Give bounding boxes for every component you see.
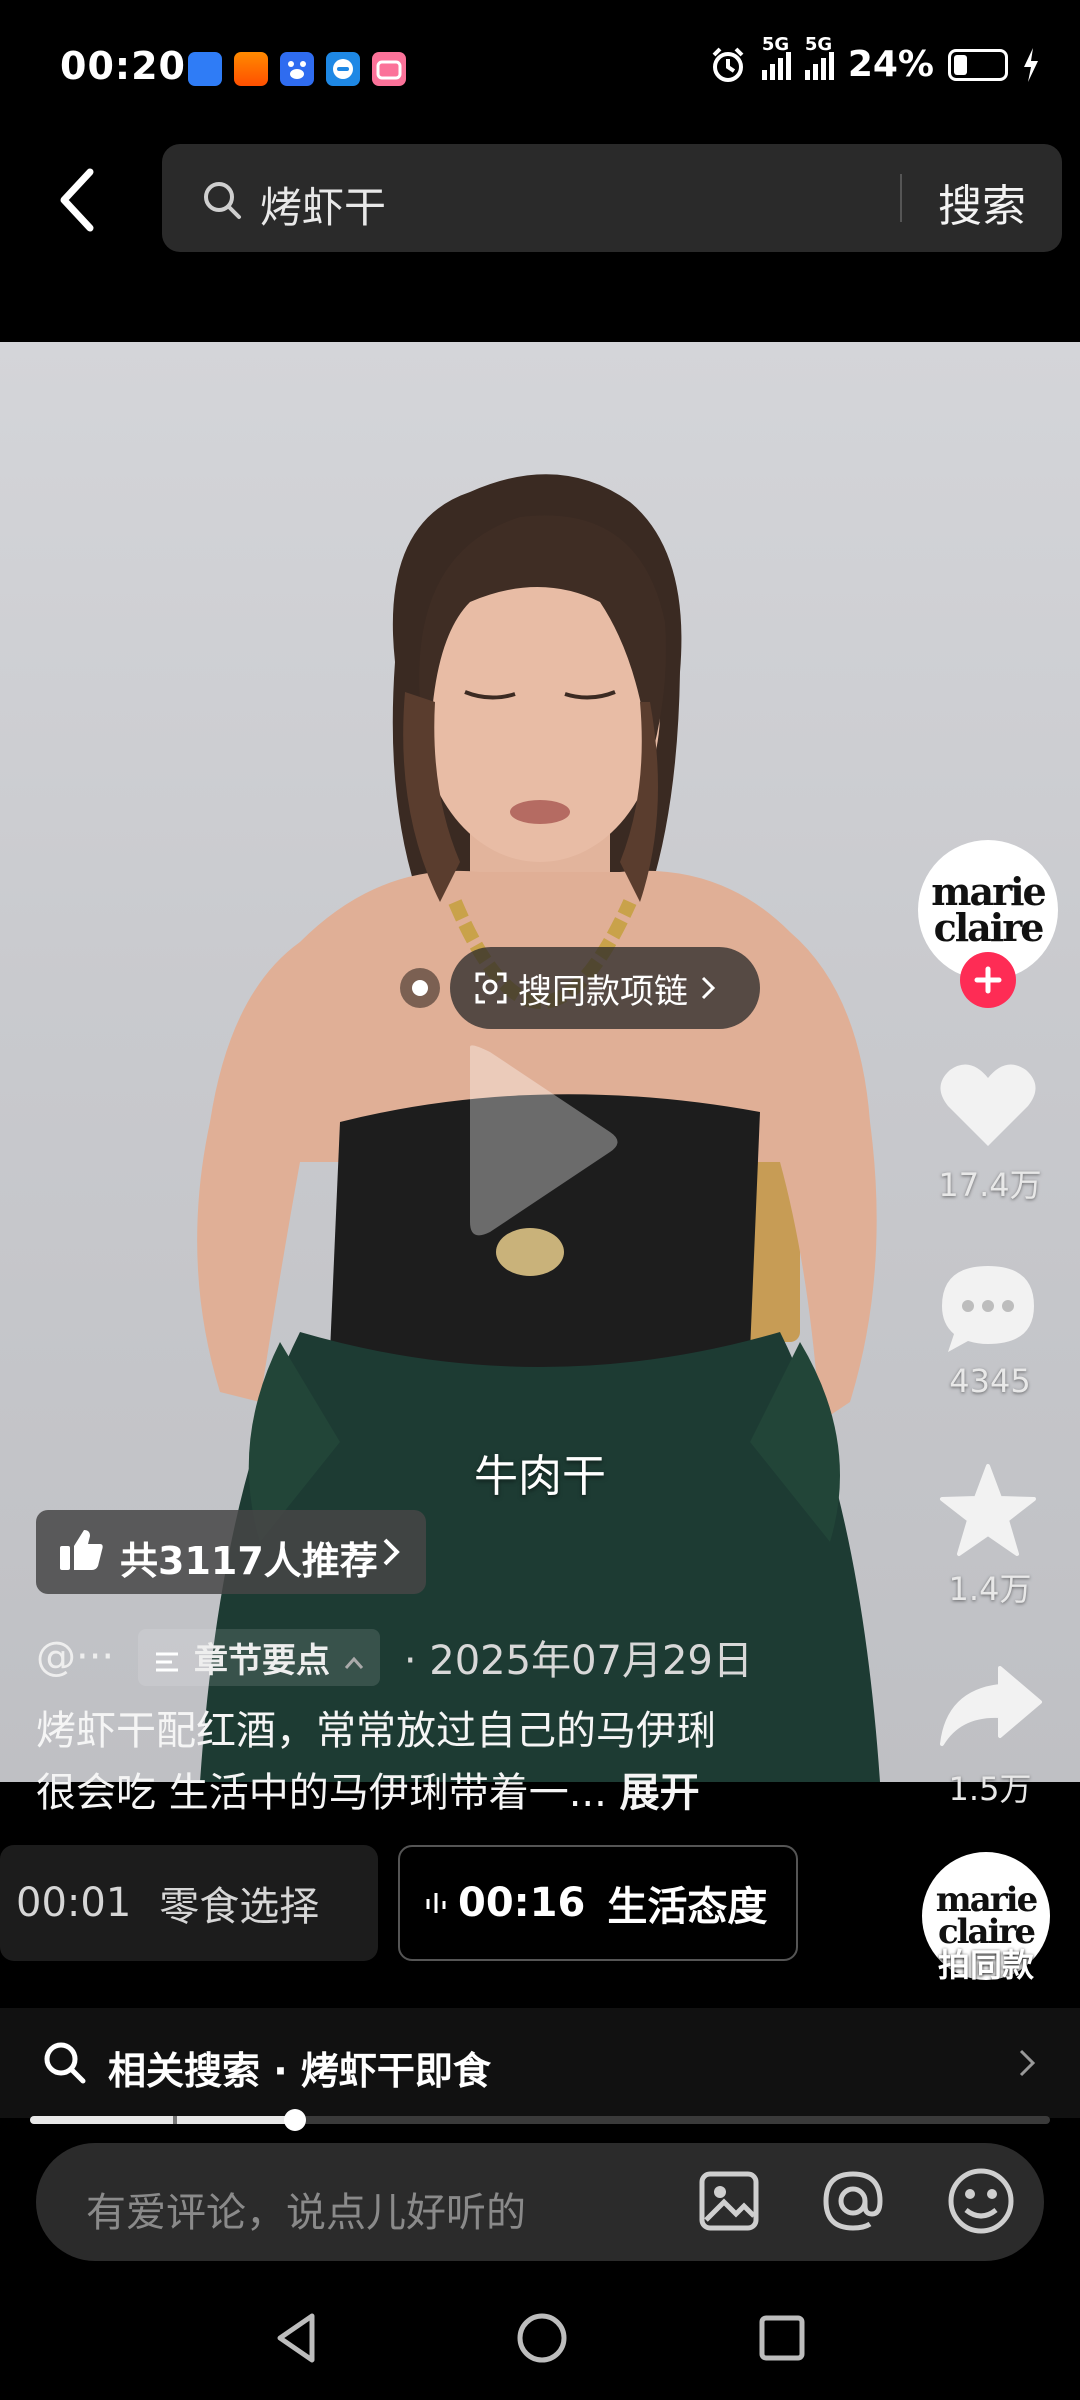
share-button[interactable] bbox=[938, 1664, 1044, 1748]
progress-knob[interactable] bbox=[284, 2109, 307, 2131]
status-time: 00:20 bbox=[60, 44, 186, 88]
baidu-icon bbox=[280, 52, 314, 86]
mention-icon[interactable] bbox=[820, 2168, 886, 2234]
follow-button[interactable] bbox=[960, 952, 1016, 1008]
message-app-icon bbox=[188, 52, 222, 86]
battery-percent: 24% bbox=[847, 44, 934, 85]
chevron-up-icon bbox=[344, 1656, 363, 1669]
recommend-count: 共3117人推荐 bbox=[120, 1539, 378, 1583]
related-search-label: 相关搜索 · 烤虾干即食 bbox=[108, 2049, 491, 2093]
status-bar: 00:20 5G 5G 24% bbox=[0, 0, 1080, 140]
comment-button[interactable] bbox=[938, 1262, 1038, 1354]
chapter-chip-1[interactable]: 00:01 零食选择 bbox=[0, 1845, 378, 1961]
favorite-count: 1.4万 bbox=[948, 1570, 1032, 1608]
chapter-time: 00:01 bbox=[16, 1880, 132, 1926]
network-type-1: 5G bbox=[761, 33, 790, 55]
chapter-title: 生活态度 bbox=[607, 1884, 768, 1930]
audio-bars-icon bbox=[426, 1893, 446, 1913]
chapter-tag-label: 章节要点 bbox=[194, 1640, 330, 1681]
search-divider bbox=[900, 174, 902, 222]
search-icon bbox=[204, 182, 241, 219]
chapter-time: 00:16 bbox=[458, 1880, 586, 1926]
chevron-right-icon bbox=[1019, 2049, 1036, 2077]
shoot-same-label[interactable]: 拍同款 bbox=[922, 1940, 1050, 1986]
signal-1: 5G bbox=[761, 34, 791, 80]
description-line-1: 烤虾干配红酒，常常放过自己的马伊琍 bbox=[36, 1708, 716, 1754]
plus-icon bbox=[974, 966, 1002, 994]
emoji-icon[interactable] bbox=[946, 2166, 1016, 2236]
list-icon bbox=[156, 1652, 179, 1672]
like-count: 17.4万 bbox=[938, 1166, 1042, 1204]
nav-home-button[interactable] bbox=[514, 2310, 570, 2366]
nav-recents-button[interactable] bbox=[756, 2310, 808, 2366]
chevron-right-icon bbox=[383, 1538, 400, 1566]
author-name[interactable]: @··· bbox=[36, 1634, 114, 1680]
video-subtitle: 牛肉干 bbox=[474, 1451, 606, 1502]
bilibili-icon bbox=[372, 52, 406, 86]
alarm-icon bbox=[712, 47, 744, 82]
chapter-chip-2-active[interactable]: 00:16 生活态度 bbox=[398, 1845, 798, 1961]
shop-tag-label: 搜同款项链 bbox=[518, 971, 688, 1012]
search-query[interactable]: 烤虾干 bbox=[260, 174, 386, 235]
status-indicators: 5G 5G 24% bbox=[708, 34, 1040, 85]
network-type-2: 5G bbox=[804, 33, 833, 55]
signal-2: 5G bbox=[804, 34, 834, 80]
comment-count: 4345 bbox=[949, 1362, 1031, 1400]
battery-icon bbox=[948, 48, 1008, 81]
author-line: @··· 章节要点 · 2025年07月29日 bbox=[36, 1628, 753, 1686]
tag-anchor-dot bbox=[400, 968, 440, 1008]
like-button[interactable] bbox=[938, 1060, 1038, 1150]
image-icon[interactable] bbox=[698, 2170, 760, 2232]
search-icon bbox=[44, 2042, 86, 2084]
description-line-2: 很会吃 生活中的马伊琍带着一... bbox=[36, 1770, 607, 1816]
chapter-title: 零食选择 bbox=[159, 1884, 320, 1930]
shop-same-necklace-tag[interactable]: 搜同款项链 bbox=[450, 947, 760, 1029]
chat-bubble-icon bbox=[326, 52, 360, 86]
search-button[interactable]: 搜索 bbox=[938, 170, 1026, 234]
post-date: · 2025年07月29日 bbox=[403, 1638, 753, 1684]
charging-icon bbox=[1024, 47, 1038, 82]
share-count: 1.5万 bbox=[948, 1770, 1032, 1808]
thumbs-up-icon bbox=[60, 1530, 103, 1570]
nav-back-button[interactable] bbox=[272, 2310, 322, 2366]
scan-icon bbox=[475, 972, 507, 1004]
chevron-right-icon bbox=[701, 976, 716, 1000]
taobao-shangou-icon bbox=[234, 52, 268, 86]
expand-link[interactable]: 展开 bbox=[620, 1770, 700, 1816]
chapter-marker bbox=[172, 2116, 177, 2124]
back-button[interactable] bbox=[48, 160, 108, 240]
chapter-points-tag[interactable]: 章节要点 bbox=[138, 1628, 380, 1686]
comment-placeholder[interactable]: 有爱评论，说点儿好听的 bbox=[86, 2180, 526, 2238]
favorite-button[interactable] bbox=[938, 1462, 1038, 1558]
video-description[interactable]: 烤虾干配红酒，常常放过自己的马伊琍 很会吃 生活中的马伊琍带着一... 展开 bbox=[36, 1700, 916, 1824]
progress-fill bbox=[30, 2116, 296, 2124]
avatar-logo-line2: claire bbox=[933, 905, 1045, 950]
